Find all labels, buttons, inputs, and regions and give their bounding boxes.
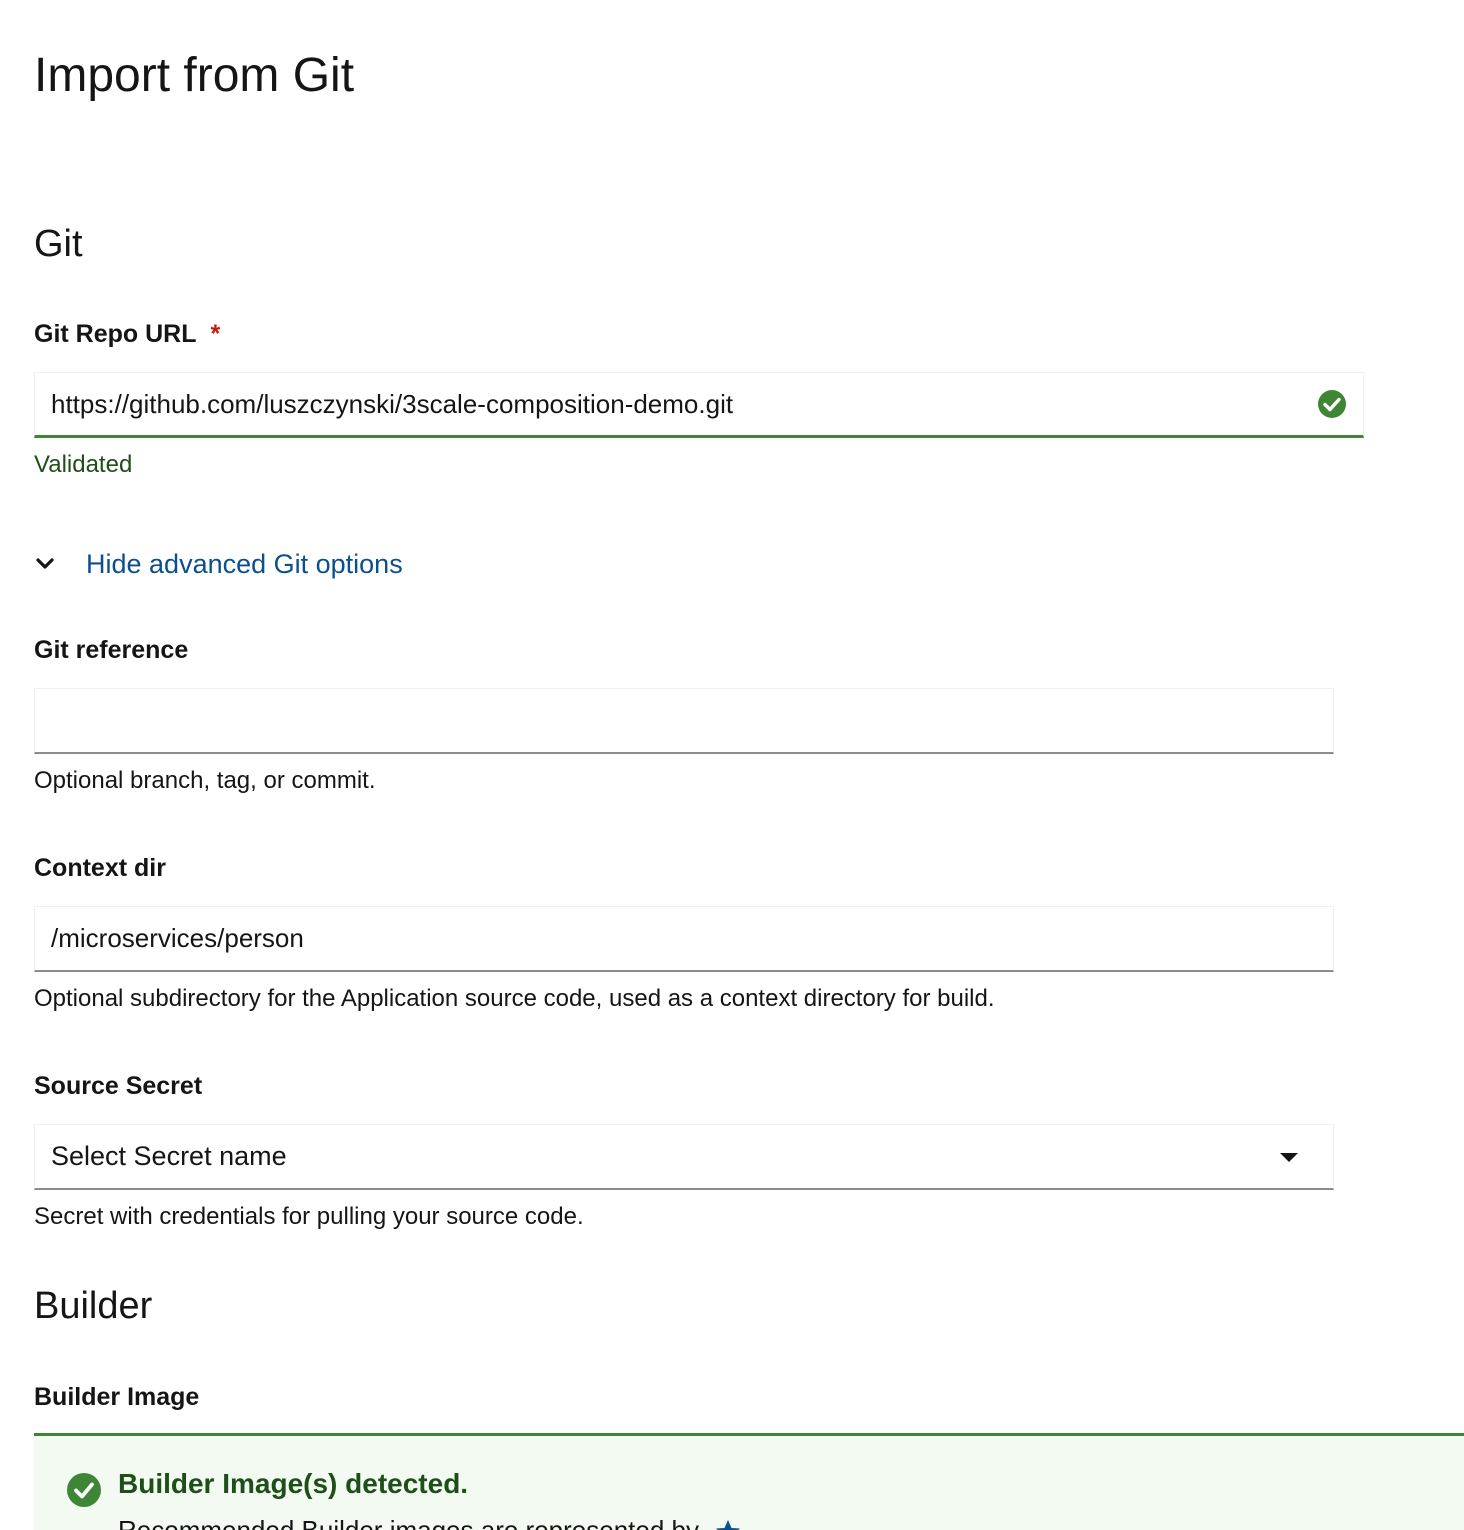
context-dir-helper-text: Optional subdirectory for the Applicatio…	[34, 985, 995, 1012]
star-icon	[716, 1520, 741, 1530]
builder-section-title: Builder	[34, 1285, 153, 1327]
required-indicator: *	[210, 320, 221, 348]
hide-advanced-git-options-label[interactable]: Hide advanced Git options	[86, 546, 403, 582]
git-section-title: Git	[34, 223, 83, 265]
caret-down-icon	[1280, 1152, 1298, 1162]
check-circle-icon	[67, 1473, 101, 1507]
git-repo-url-validated-text: Validated	[34, 451, 133, 478]
git-repo-url-value[interactable]: https://github.com/luszczynski/3scale-co…	[51, 389, 1317, 420]
chevron-down-icon	[36, 558, 54, 569]
hide-advanced-git-options-toggle[interactable]: Hide advanced Git options	[34, 546, 403, 582]
source-secret-select[interactable]: Select Secret name	[34, 1124, 1334, 1190]
context-dir-label: Context dir	[34, 854, 166, 882]
source-secret-selected-value[interactable]: Select Secret name	[51, 1141, 1279, 1172]
page-title: Import from Git	[34, 49, 355, 102]
builder-image-alert-subtext-text: Recommended Builder images are represent…	[118, 1515, 699, 1530]
builder-image-alert-subtext: Recommended Builder images are represent…	[118, 1514, 742, 1530]
git-reference-label: Git reference	[34, 636, 189, 664]
builder-image-alert-title: Builder Image(s) detected.	[118, 1468, 469, 1499]
git-repo-url-label-text: Git Repo URL	[34, 320, 197, 348]
git-repo-url-input[interactable]: https://github.com/luszczynski/3scale-co…	[34, 372, 1364, 438]
source-secret-label: Source Secret	[34, 1072, 203, 1100]
source-secret-helper-text: Secret with credentials for pulling your…	[34, 1203, 584, 1230]
git-reference-helper-text: Optional branch, tag, or commit.	[34, 767, 376, 794]
git-reference-input[interactable]	[34, 688, 1334, 754]
check-circle-icon	[1318, 390, 1346, 418]
builder-image-label: Builder Image	[34, 1383, 200, 1411]
git-repo-url-label: Git Repo URL *	[34, 318, 220, 350]
context-dir-input[interactable]: /microservices/person	[34, 906, 1334, 972]
context-dir-value[interactable]: /microservices/person	[51, 923, 1317, 954]
import-from-git-page: Import from Git Git Git Repo URL * https:…	[0, 0, 1464, 1530]
